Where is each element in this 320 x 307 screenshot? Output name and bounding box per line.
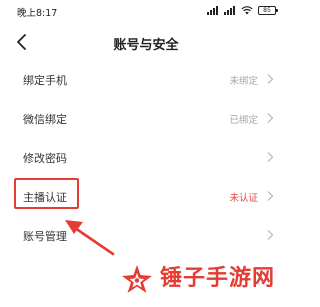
- settings-row-change-password[interactable]: 修改密码: [0, 138, 292, 177]
- settings-row-account-management[interactable]: 账号管理: [0, 216, 292, 255]
- chevron-right-icon: [266, 151, 274, 163]
- row-label: 修改密码: [23, 152, 67, 165]
- status-icons: 85: [207, 6, 278, 15]
- row-value: 未认证: [229, 193, 258, 204]
- row-label: 主播认证: [23, 191, 67, 204]
- settings-row-bind-phone[interactable]: 绑定手机 未绑定: [0, 60, 292, 99]
- battery-icon: 85: [258, 6, 278, 15]
- chevron-right-icon: [266, 112, 274, 124]
- status-bar: 晚上8:17 85: [0, 0, 292, 22]
- chevron-right-icon: [266, 190, 274, 202]
- chevron-right-icon: [266, 229, 274, 241]
- page-title: 账号与安全: [113, 38, 179, 53]
- signal-icon: [207, 6, 219, 15]
- chevron-right-icon: [266, 73, 274, 85]
- hammer-logo-icon: [120, 264, 154, 294]
- row-value: 已绑定: [229, 115, 258, 126]
- wifi-icon: [241, 6, 253, 15]
- settings-row-streamer-verification[interactable]: 主播认证 未认证: [0, 177, 292, 216]
- row-label: 绑定手机: [23, 74, 67, 87]
- watermark-text: 锤子手游网: [160, 266, 276, 291]
- row-value: 未绑定: [229, 76, 258, 87]
- settings-list: 绑定手机 未绑定 微信绑定 已绑定 修改密码 主播认证 未认证 账号管理: [0, 60, 292, 255]
- signal-icon-2: [224, 6, 236, 15]
- row-label: 微信绑定: [23, 113, 67, 126]
- screen: 晚上8:17 85 账号与安全 绑定手机 未绑定 微信绑定 已绑定 修改密码 主…: [0, 0, 292, 307]
- header: 账号与安全: [0, 26, 292, 60]
- settings-row-wechat[interactable]: 微信绑定 已绑定: [0, 99, 292, 138]
- watermark: 锤子手游网: [120, 264, 275, 294]
- row-label: 账号管理: [23, 230, 67, 243]
- status-time: 晚上8:17: [17, 8, 58, 19]
